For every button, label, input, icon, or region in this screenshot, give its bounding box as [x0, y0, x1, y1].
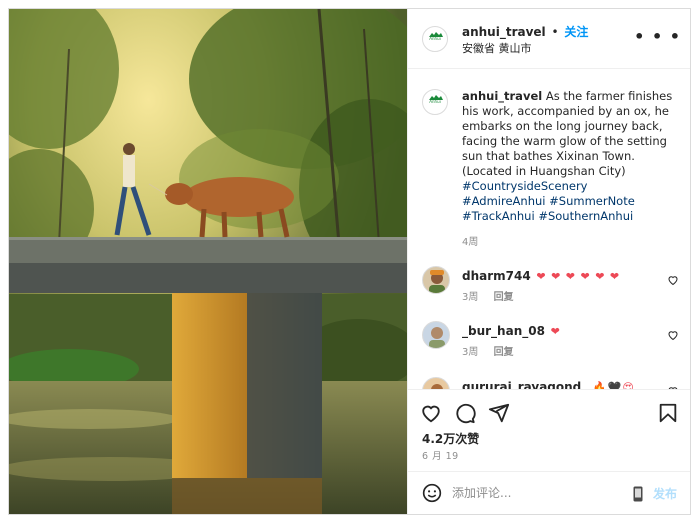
- comment-emoji: ❤ ❤ ❤ ❤ ❤ ❤: [536, 270, 621, 283]
- like-heart-icon[interactable]: [420, 402, 442, 424]
- comment-text: dharm744 ❤ ❤ ❤ ❤ ❤ ❤: [462, 269, 620, 283]
- avatar-logo-text: Anhui: [429, 99, 441, 104]
- comment-time: 3周: [462, 347, 479, 358]
- person-icon: [429, 327, 445, 348]
- post-actions: 4.2万次赞 6 月 19: [408, 389, 690, 469]
- person-icon: [431, 384, 443, 389]
- more-options-icon[interactable]: • • •: [634, 27, 681, 46]
- add-comment-bar: 发布: [408, 471, 690, 514]
- post-date: 6 月 19: [422, 451, 459, 462]
- header-name-line: anhui_travel • 关注: [462, 23, 588, 40]
- hashtag[interactable]: #SummerNote: [549, 194, 635, 208]
- post-photo[interactable]: [9, 9, 407, 514]
- comment-emoji: ❤: [550, 325, 561, 338]
- caption: anhui_travel As the farmer finishes his …: [462, 89, 682, 224]
- caption-time: 4周: [462, 237, 479, 248]
- commenter-avatar[interactable]: [422, 266, 450, 294]
- bookmark-icon[interactable]: [657, 402, 679, 424]
- comment-username[interactable]: dharm744: [462, 269, 531, 283]
- avatar-logo-text: Anhui: [429, 36, 441, 41]
- account-avatar[interactable]: Anhui: [422, 26, 448, 52]
- comment-time: 3周: [462, 292, 479, 303]
- comment-meta: 3周 回复: [462, 288, 526, 303]
- reply-button[interactable]: 回复: [494, 292, 514, 303]
- share-send-icon[interactable]: [488, 402, 510, 424]
- hashtag[interactable]: #AdmireAnhui: [462, 194, 545, 208]
- follow-button[interactable]: 关注: [564, 25, 588, 39]
- comment-input[interactable]: [452, 483, 622, 503]
- comment-meta: 3周 回复: [462, 343, 526, 358]
- instagram-post: Anhui anhui_travel • 关注 安徽省 黄山市 • • • An…: [8, 8, 691, 515]
- like-comment-heart-icon[interactable]: [667, 274, 679, 286]
- like-comment-heart-icon[interactable]: [667, 329, 679, 341]
- caption-avatar[interactable]: Anhui: [422, 89, 448, 115]
- caption-username[interactable]: anhui_travel: [462, 89, 542, 103]
- post-side-panel: Anhui anhui_travel • 关注 安徽省 黄山市 • • • An…: [407, 9, 690, 514]
- commenter-avatar[interactable]: [422, 377, 450, 389]
- phone-icon: [633, 486, 643, 502]
- post-header: Anhui anhui_travel • 关注 安徽省 黄山市 • • •: [408, 9, 690, 69]
- comment-text: _bur_han_08 ❤: [462, 324, 561, 338]
- comment-username[interactable]: _bur_han_08: [462, 324, 545, 338]
- comment-username[interactable]: gururaj_rayagond_: [462, 380, 587, 389]
- hashtag[interactable]: #CountrysideScenery: [462, 179, 587, 193]
- comments-scroll-area[interactable]: Anhui anhui_travel As the farmer finishe…: [408, 69, 690, 389]
- commenter-avatar[interactable]: [422, 321, 450, 349]
- post-location[interactable]: 安徽省 黄山市: [462, 40, 532, 56]
- emoji-smile-icon[interactable]: [422, 483, 442, 503]
- comment-bubble-icon[interactable]: [454, 402, 476, 424]
- hashtag[interactable]: #TrackAnhui: [462, 209, 535, 223]
- person-icon: [429, 270, 445, 293]
- likes-count[interactable]: 4.2万次赞: [422, 430, 479, 447]
- comment-emoji: 🔥🖤😍: [592, 381, 635, 389]
- post-comment-button[interactable]: 发布: [653, 485, 677, 502]
- reply-button[interactable]: 回复: [494, 347, 514, 358]
- separator-dot: •: [551, 25, 559, 39]
- comment-text: gururaj_rayagond_ 🔥🖤😍: [462, 380, 635, 389]
- header-username[interactable]: anhui_travel: [462, 25, 546, 39]
- comment: gururaj_rayagond_ 🔥🖤😍: [408, 377, 690, 389]
- comment: _bur_han_08 ❤ 3周 回复: [408, 321, 690, 381]
- comment: dharm744 ❤ ❤ ❤ ❤ ❤ ❤ 3周 回复: [408, 266, 690, 326]
- photo-illustration: [9, 9, 407, 514]
- hashtag[interactable]: #SouthernAnhui: [538, 209, 633, 223]
